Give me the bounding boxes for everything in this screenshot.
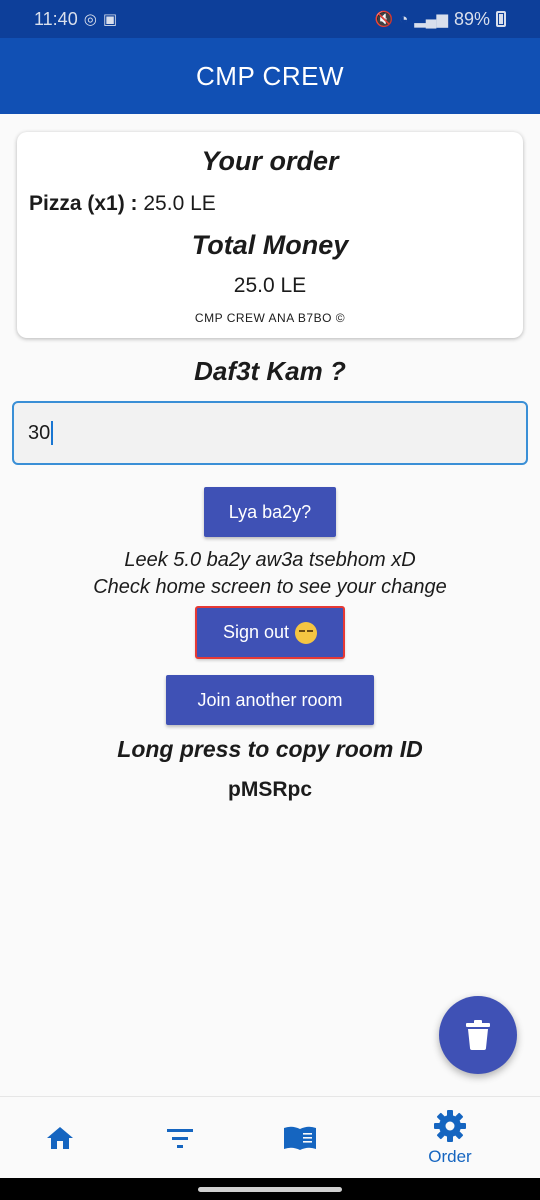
screen: 11:40 ◎ ▣ 🔇 ◔ ▂▄▆ 89% CMP CREW Your orde…: [0, 0, 540, 1200]
card-footer: CMP CREW ANA B7BO ©: [194, 311, 346, 325]
change-message: Leek 5.0 ba2y aw3a tsebhom xD Check home…: [0, 547, 540, 601]
paid-amount-title: Daf3t Kam ?: [194, 356, 346, 386]
trash-icon: [466, 1020, 490, 1050]
battery-percent: 89%: [453, 8, 490, 29]
status-right: 🔇 ◔ ▂▄▆ 89%: [375, 9, 506, 30]
order-item-price: 25.0 LE: [143, 192, 216, 215]
battery-icon: [496, 11, 506, 27]
room-id[interactable]: pMSRpc: [0, 778, 540, 802]
paid-amount-input[interactable]: 30: [12, 401, 528, 465]
bottom-nav: Order: [0, 1096, 540, 1178]
image-icon: ▣: [102, 11, 117, 28]
gesture-bar: [0, 1178, 540, 1200]
join-room-label: Join another room: [197, 689, 343, 710]
sign-out-button[interactable]: Sign out: [195, 606, 345, 659]
order-item: Pizza (x1) : 25.0 LE: [29, 192, 216, 216]
paid-amount-value: 30: [28, 421, 51, 444]
total-value: 25.0 LE: [233, 274, 307, 297]
signal-icon: ▂▄▆: [414, 11, 448, 28]
join-room-button[interactable]: Join another room: [166, 675, 374, 725]
app-title: CMP CREW: [196, 60, 344, 91]
change-message-line1: Leek 5.0 ba2y aw3a tsebhom xD: [124, 549, 416, 571]
pensive-face-icon: [295, 621, 318, 644]
status-bar: 11:40 ◎ ▣ 🔇 ◔ ▂▄▆ 89%: [0, 0, 540, 38]
filter-icon: [167, 1129, 193, 1148]
copy-room-hint: Long press to copy room ID: [117, 736, 423, 762]
nav-menu[interactable]: [270, 1097, 330, 1179]
nav-filter[interactable]: [150, 1097, 210, 1179]
whatsapp-icon: ◎: [83, 11, 97, 28]
delete-fab[interactable]: [439, 996, 517, 1074]
nav-order[interactable]: Order: [410, 1097, 490, 1179]
nav-order-label: Order: [428, 1147, 472, 1166]
order-item-name: Pizza (x1) :: [29, 192, 138, 215]
sign-out-label: Sign out: [222, 622, 290, 642]
home-icon: [47, 1127, 73, 1149]
wifi-icon: ◔: [399, 10, 409, 28]
status-left: 11:40 ◎ ▣: [34, 9, 117, 30]
nav-home[interactable]: [30, 1097, 90, 1179]
change-message-line2: Check home screen to see your change: [93, 576, 447, 598]
calculate-change-button[interactable]: Lya ba2y?: [204, 487, 336, 537]
gear-icon: [434, 1110, 466, 1142]
mute-icon: 🔇: [374, 11, 394, 28]
app-bar: CMP CREW: [0, 38, 540, 114]
status-time: 11:40: [34, 8, 78, 29]
calculate-change-label: Lya ba2y?: [228, 501, 312, 522]
menu-book-icon: [284, 1126, 316, 1150]
order-title: Your order: [201, 146, 339, 176]
home-gesture-handle[interactable]: [198, 1187, 342, 1192]
order-card: Your order Pizza (x1) : 25.0 LE Total Mo…: [17, 132, 523, 338]
total-title: Total Money: [191, 230, 349, 260]
text-caret: [51, 421, 54, 445]
